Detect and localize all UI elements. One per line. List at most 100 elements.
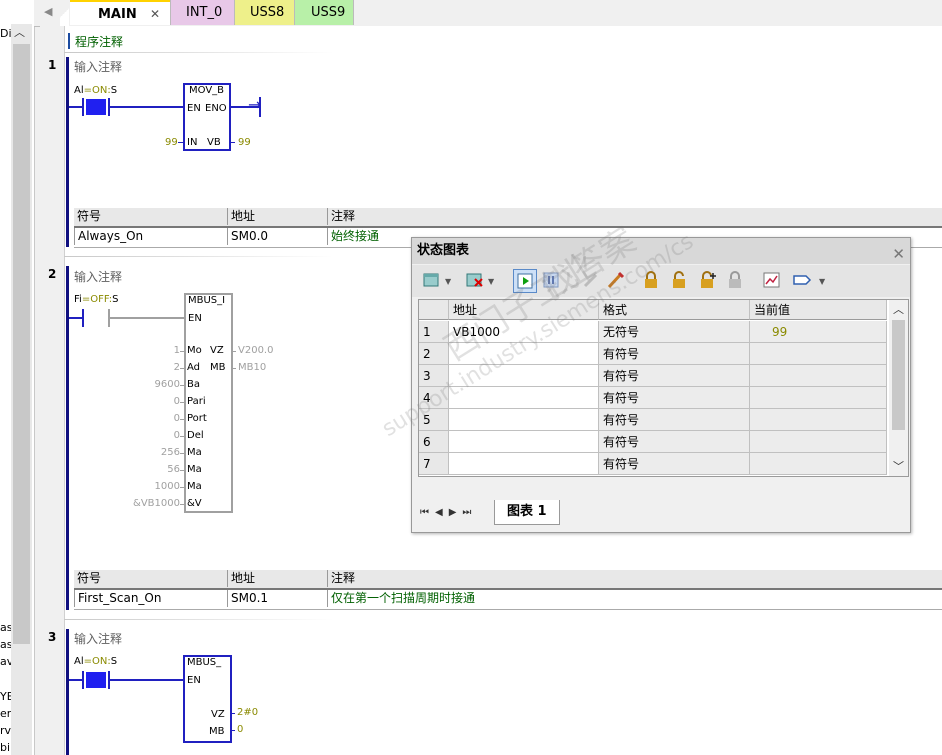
address-cell[interactable]: [449, 453, 599, 475]
status-row[interactable]: 4 有符号: [419, 387, 887, 409]
symbol-cell[interactable]: First_Scan_On: [74, 590, 228, 607]
sheet-tab[interactable]: 图表 1: [494, 500, 560, 525]
input-value[interactable]: 1000: [155, 481, 180, 492]
format-cell[interactable]: 有符号: [599, 343, 750, 365]
input-value[interactable]: 56: [167, 464, 180, 475]
tag-icon[interactable]: [792, 271, 812, 289]
symbol-cell[interactable]: Always_On: [74, 228, 228, 245]
out-value[interactable]: 0: [237, 724, 243, 735]
current-value-cell[interactable]: [750, 453, 887, 475]
input-value[interactable]: &VB1000: [133, 498, 180, 509]
column-header[interactable]: 地址: [449, 300, 599, 320]
network-comment[interactable]: 输入注释: [74, 630, 122, 647]
output-value[interactable]: V200.0: [238, 345, 273, 356]
status-row[interactable]: 7 有符号: [419, 453, 887, 475]
row-number: 2: [419, 343, 449, 365]
address-cell[interactable]: [449, 343, 599, 365]
address-cell[interactable]: VB1000: [449, 321, 599, 343]
tree-fragment: er: [0, 707, 11, 720]
chevron-down-icon[interactable]: ▼: [819, 277, 825, 286]
chevron-down-icon[interactable]: ﹀: [893, 458, 904, 474]
output-pin: MB: [210, 362, 226, 373]
pin-out: MB: [209, 726, 225, 737]
mov-b-block[interactable]: MOV_B EN ENO IN VB: [183, 83, 231, 151]
mbus-msg-block[interactable]: MBUS_ EN VZ MB: [183, 655, 232, 743]
status-row[interactable]: 5 有符号: [419, 409, 887, 431]
unlock-icon[interactable]: [670, 271, 690, 289]
address-cell[interactable]: SM0.1: [228, 590, 328, 607]
format-cell[interactable]: 有符号: [599, 387, 750, 409]
power-rail: [66, 57, 69, 247]
network-comment[interactable]: 输入注释: [74, 58, 122, 75]
tab-scroll-left-icon[interactable]: ◀: [44, 5, 52, 18]
trend-view-icon[interactable]: [762, 271, 782, 289]
address-cell[interactable]: [449, 431, 599, 453]
insert-row-icon[interactable]: [422, 271, 442, 289]
pencil-icon[interactable]: [606, 271, 626, 289]
chevron-up-icon[interactable]: ︿: [893, 301, 904, 317]
tree-scrollbar[interactable]: ︿: [11, 24, 32, 755]
out-value[interactable]: 99: [238, 137, 251, 148]
status-row[interactable]: 1 VB1000 无符号 99: [419, 321, 887, 343]
address-cell[interactable]: [449, 365, 599, 387]
input-value[interactable]: 256: [161, 447, 180, 458]
contact-on[interactable]: [86, 672, 106, 688]
scrollbar-thumb[interactable]: [892, 320, 905, 430]
out-value[interactable]: 2#0: [237, 707, 258, 718]
chevron-down-icon[interactable]: ▼: [488, 277, 494, 286]
format-cell[interactable]: 有符号: [599, 409, 750, 431]
read-forced-icon[interactable]: [726, 271, 746, 289]
tab-main[interactable]: MAIN ✕: [70, 0, 170, 25]
current-value-cell[interactable]: [750, 365, 887, 387]
current-value-cell[interactable]: 99: [750, 321, 887, 343]
force-unlock-icon[interactable]: [698, 271, 718, 289]
grid-vertical-scrollbar[interactable]: ︿ ﹀: [889, 300, 908, 476]
close-icon[interactable]: ✕: [892, 241, 905, 267]
status-row[interactable]: 6 有符号: [419, 431, 887, 453]
status-grid[interactable]: 地址 格式 当前值 1 VB1000 无符号 99 2 有符号 3 有符号 4 有符号 5 有符号 6 有…: [418, 299, 909, 477]
power-rail: [66, 629, 69, 755]
tab-int0[interactable]: INT_0: [170, 0, 234, 25]
status-chart-window[interactable]: 状态图表 ✕ ▼ ▼ ▼ 地址 格式 当前值 1 VB1000 无符号 99 2 有符号 3…: [378, 220, 911, 533]
address-cell[interactable]: [449, 387, 599, 409]
contact-on[interactable]: [86, 99, 106, 115]
network-gutter: [40, 26, 65, 755]
delete-row-icon[interactable]: [465, 271, 485, 289]
status-row[interactable]: 2 有符号: [419, 343, 887, 365]
current-value-cell[interactable]: [750, 343, 887, 365]
close-icon[interactable]: ✕: [150, 2, 160, 27]
tab-uss8[interactable]: USS8: [234, 0, 294, 25]
input-value[interactable]: 9600: [155, 379, 180, 390]
current-value-cell[interactable]: [750, 409, 887, 431]
format-cell[interactable]: 无符号: [599, 321, 750, 343]
column-header: 地址: [228, 570, 328, 587]
tab-uss9[interactable]: USS9: [294, 0, 354, 25]
address-cell[interactable]: [449, 409, 599, 431]
row-number: 3: [419, 365, 449, 387]
current-value-cell[interactable]: [750, 431, 887, 453]
chevron-down-icon[interactable]: ▼: [445, 277, 451, 286]
column-header[interactable]: 当前值: [750, 300, 887, 320]
format-cell[interactable]: 有符号: [599, 431, 750, 453]
lock-icon[interactable]: [642, 271, 662, 289]
column-header[interactable]: 格式: [599, 300, 750, 320]
program-comment[interactable]: 程序注释: [75, 33, 123, 50]
monitor-start-icon[interactable]: [513, 269, 537, 293]
current-value-cell[interactable]: [750, 387, 887, 409]
chevron-up-icon[interactable]: ︿: [14, 24, 25, 40]
pin-en: EN: [187, 103, 201, 114]
pause-icon[interactable]: [542, 271, 562, 289]
comment-cell[interactable]: 仅在第一个扫描周期时接通: [328, 590, 942, 607]
format-cell[interactable]: 有符号: [599, 453, 750, 475]
status-row[interactable]: 3 有符号: [419, 365, 887, 387]
write-icon[interactable]: [582, 271, 602, 289]
address-cell[interactable]: SM0.0: [228, 228, 328, 245]
network-comment[interactable]: 输入注释: [74, 268, 122, 285]
format-cell[interactable]: 有符号: [599, 365, 750, 387]
status-chart-titlebar[interactable]: 状态图表 ✕: [412, 238, 910, 264]
in-value[interactable]: 99: [165, 137, 178, 148]
tree-scrollbar-thumb[interactable]: [13, 44, 30, 644]
input-pin: Ma: [187, 481, 202, 492]
sheet-navigation[interactable]: ⏮◀▶⏭: [420, 507, 477, 518]
output-value[interactable]: MB10: [238, 362, 266, 373]
